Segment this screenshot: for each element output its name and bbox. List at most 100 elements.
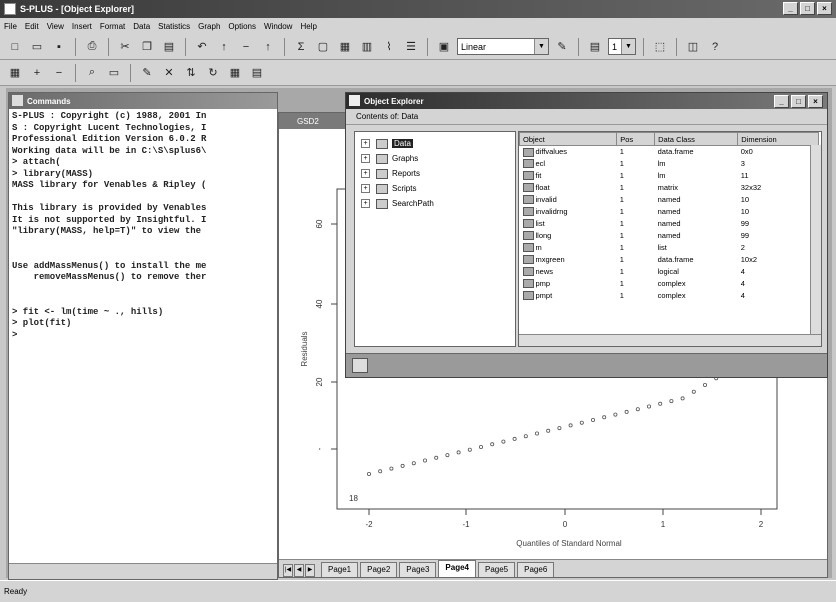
line-icon[interactable]: ⌇	[380, 38, 398, 56]
refresh-icon[interactable]: ↻	[204, 64, 222, 82]
delete-icon[interactable]: ✕	[160, 64, 178, 82]
column-header[interactable]: Data Class	[654, 132, 739, 146]
chart-icon[interactable]: ▥	[358, 38, 376, 56]
tree-item-reports[interactable]: + Reports	[355, 166, 515, 181]
table-row[interactable]: mxgreen 1 data.frame 10x2	[520, 254, 819, 266]
paste-icon[interactable]: ▤	[160, 38, 178, 56]
tree-item-data[interactable]: + Data	[355, 136, 515, 151]
oe-close-button[interactable]: ×	[808, 95, 823, 108]
grid-vscrollbar[interactable]	[810, 145, 821, 334]
menu-graph[interactable]: Graph	[198, 22, 220, 31]
edit-icon[interactable]: ✎	[138, 64, 156, 82]
object-icon	[522, 279, 534, 289]
open-icon[interactable]: ▭	[28, 38, 46, 56]
up-icon[interactable]: ↑	[215, 38, 233, 56]
table-row[interactable]: float 1 matrix 32x32	[520, 182, 819, 194]
undo-icon[interactable]: ↶	[193, 38, 211, 56]
oe-minimize-button[interactable]: _	[774, 95, 789, 108]
list-icon[interactable]: ☰	[402, 38, 420, 56]
expand-icon[interactable]: +	[361, 139, 370, 148]
commands-titlebar[interactable]: Commands	[9, 93, 277, 109]
tab-page5[interactable]: Page5	[478, 562, 516, 577]
minimize-button[interactable]: _	[783, 2, 798, 15]
prev-page-icon[interactable]: ◀	[294, 564, 304, 577]
table-row[interactable]: fit 1 lm 11	[520, 170, 819, 182]
redo-icon[interactable]: ↑	[259, 38, 277, 56]
table-row[interactable]: list 1 named 99	[520, 218, 819, 230]
tab-page4[interactable]: Page4	[438, 560, 476, 577]
object-icon[interactable]: ◫	[684, 38, 702, 56]
folder-icon[interactable]: ▭	[105, 64, 123, 82]
expand-icon[interactable]: +	[361, 199, 370, 208]
menu-file[interactable]: File	[4, 22, 17, 31]
maximize-button[interactable]: □	[800, 2, 815, 15]
table-row[interactable]: m 1 list 2	[520, 242, 819, 254]
menu-window[interactable]: Window	[264, 22, 292, 31]
table-row[interactable]: news 1 logical 4	[520, 266, 819, 278]
chevron-down-icon[interactable]: ▼	[534, 39, 548, 54]
menu-help[interactable]: Help	[300, 22, 316, 31]
column-header[interactable]: Pos	[616, 132, 656, 146]
grid-hscrollbar[interactable]	[519, 334, 821, 346]
column-header[interactable]: Dimension	[737, 132, 819, 146]
table-row[interactable]: ecl 1 lm 3	[520, 158, 819, 170]
menu-edit[interactable]: Edit	[25, 22, 39, 31]
table-row[interactable]: pmp 1 complex 4	[520, 278, 819, 290]
first-page-icon[interactable]: |◀	[283, 564, 293, 577]
table-row[interactable]: invalidrng 1 named 10	[520, 206, 819, 218]
graph-icon[interactable]: ▦	[336, 38, 354, 56]
next-page-icon[interactable]: ▶	[305, 564, 315, 577]
plot-type-select[interactable]: Linear ▼	[457, 38, 549, 55]
expand-icon[interactable]: +	[361, 169, 370, 178]
menu-view[interactable]: View	[47, 22, 64, 31]
statistics-icon[interactable]: Σ	[292, 38, 310, 56]
tree-item-graphs[interactable]: + Graphs	[355, 151, 515, 166]
table-row[interactable]: llong 1 named 99	[520, 230, 819, 242]
close-button[interactable]: ×	[817, 2, 832, 15]
window-icon[interactable]: ▢	[314, 38, 332, 56]
page-icon[interactable]: ▤	[586, 38, 604, 56]
menu-insert[interactable]: Insert	[72, 22, 92, 31]
menu-options[interactable]: Options	[228, 22, 256, 31]
chevron-down-icon[interactable]: ▼	[621, 39, 635, 54]
table-row[interactable]: pmpt 1 complex 4	[520, 290, 819, 302]
object-explorer-titlebar[interactable]: Object Explorer _ □ ×	[346, 93, 827, 109]
expand-icon[interactable]: +	[361, 154, 370, 163]
tab-page1[interactable]: Page1	[321, 562, 359, 577]
tab-page3[interactable]: Page3	[399, 562, 437, 577]
cut-icon[interactable]: ✂	[116, 38, 134, 56]
table-icon[interactable]: ▤	[248, 64, 266, 82]
find-objects-icon[interactable]	[352, 358, 368, 373]
tab-page2[interactable]: Page2	[360, 562, 398, 577]
new-icon[interactable]: □	[6, 38, 24, 56]
save-icon[interactable]: ▪	[50, 38, 68, 56]
commands-hscrollbar[interactable]	[9, 563, 277, 579]
tree-item-scripts[interactable]: + Scripts	[355, 181, 515, 196]
commands-output[interactable]: S-PLUS : Copyright (c) 1988, 2001 In S : …	[9, 109, 277, 559]
minus-icon[interactable]: −	[237, 38, 255, 56]
page-select[interactable]: 1 ▼	[608, 38, 636, 55]
oe-maximize-button[interactable]: □	[791, 95, 806, 108]
find-icon[interactable]: ⌕	[83, 64, 101, 82]
graph-type-icon[interactable]: ▦	[6, 64, 24, 82]
grid-icon[interactable]: ▦	[226, 64, 244, 82]
copy-icon[interactable]: ❐	[138, 38, 156, 56]
sort-icon[interactable]: ⇅	[182, 64, 200, 82]
menu-data[interactable]: Data	[133, 22, 150, 31]
expand-icon[interactable]: +	[361, 184, 370, 193]
print-icon[interactable]: ⎙	[83, 38, 101, 56]
tab-page6[interactable]: Page6	[517, 562, 555, 577]
brush-icon[interactable]: ✎	[553, 38, 571, 56]
plot-icon[interactable]: ▣	[435, 38, 453, 56]
help-icon[interactable]: ?	[706, 38, 724, 56]
table-row[interactable]: diffvalues 1 data.frame 0x0	[520, 146, 819, 158]
select-icon[interactable]: ⬚	[651, 38, 669, 56]
table-row[interactable]: invalid 1 named 10	[520, 194, 819, 206]
minus-icon[interactable]: −	[50, 64, 68, 82]
tree-item-searchpath[interactable]: + SearchPath	[355, 196, 515, 211]
plus-icon[interactable]: +	[28, 64, 46, 82]
plot-point	[691, 389, 696, 394]
column-header[interactable]: Object	[519, 132, 618, 146]
menu-format[interactable]: Format	[100, 22, 125, 31]
menu-statistics[interactable]: Statistics	[158, 22, 190, 31]
